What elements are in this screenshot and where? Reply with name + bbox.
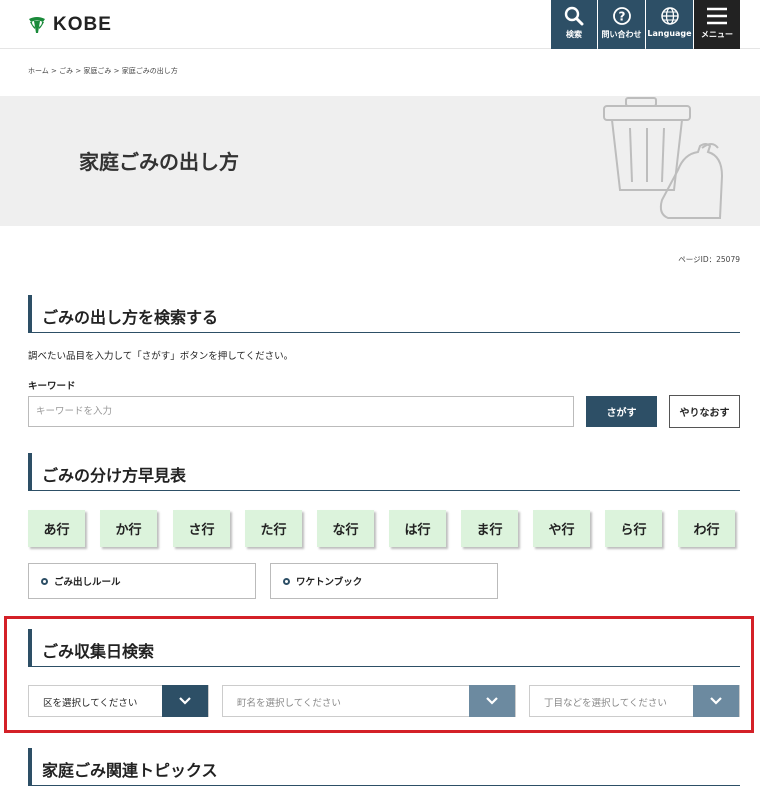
search-intro-text: 調べたい品目を入力して「さがす」ボタンを押してください。: [28, 351, 294, 362]
header-contact-label: 問い合わせ: [601, 30, 642, 39]
block-select-arrow[interactable]: [693, 685, 739, 717]
row-button-ma[interactable]: ま行: [461, 510, 518, 547]
keyword-input[interactable]: [28, 396, 574, 427]
search-section-heading: ごみの出し方を検索する: [28, 295, 740, 333]
header-search-label: 検索: [566, 30, 582, 39]
collection-section-title: ごみ収集日検索: [42, 642, 155, 661]
header-language-label: Language: [647, 29, 692, 38]
svg-text:?: ?: [618, 10, 625, 24]
site-header: KOBE 検索 ? 問い合わせ Language メニュー: [0, 0, 760, 49]
block-select-label: 丁目などを選択してください: [544, 698, 667, 709]
town-select[interactable]: 町名を選択してください: [222, 685, 516, 717]
page-title: 家庭ごみの出し方: [79, 150, 239, 174]
block-select[interactable]: 丁目などを選択してください: [529, 685, 740, 717]
row-button-ha[interactable]: は行: [389, 510, 446, 547]
search-button[interactable]: さがす: [586, 396, 657, 427]
header-contact-button[interactable]: ? 問い合わせ: [598, 0, 645, 49]
header-language-button[interactable]: Language: [646, 0, 693, 49]
search-icon: [564, 6, 584, 26]
garbage-rules-link[interactable]: ごみ出しルール: [28, 563, 256, 599]
breadcrumb[interactable]: ホーム > ごみ > 家庭ごみ > 家庭ごみの出し方: [28, 66, 178, 76]
chevron-down-icon: [710, 697, 722, 705]
header-search-button[interactable]: 検索: [551, 0, 597, 49]
ward-select-label: 区を選択してください: [43, 698, 138, 709]
bullet-circle-icon: [41, 577, 48, 585]
topics-section-title: 家庭ごみ関連トピックス: [42, 761, 218, 780]
row-button-ka[interactable]: か行: [100, 510, 157, 547]
sorting-section-title: ごみの分け方早見表: [42, 466, 187, 485]
sorting-section-heading: ごみの分け方早見表: [28, 453, 740, 491]
topics-section-heading: 家庭ごみ関連トピックス: [28, 748, 740, 786]
town-select-label: 町名を選択してください: [237, 698, 341, 709]
row-button-ta[interactable]: た行: [245, 510, 302, 547]
trash-can-illustration-icon: [603, 97, 724, 219]
row-button-sa[interactable]: さ行: [173, 510, 230, 547]
header-menu-button[interactable]: メニュー: [694, 0, 740, 49]
search-section-title: ごみの出し方を検索する: [42, 308, 219, 327]
row-button-na[interactable]: な行: [317, 510, 374, 547]
page-id: ページID：25079: [678, 255, 740, 264]
kobe-logo-icon: [29, 17, 45, 33]
keyword-label: キーワード: [28, 381, 76, 392]
row-button-ya[interactable]: や行: [533, 510, 590, 547]
chevron-down-icon: [179, 697, 191, 705]
bullet-circle-icon: [283, 577, 290, 585]
row-button-a[interactable]: あ行: [28, 510, 85, 547]
ward-select[interactable]: 区を選択してください: [28, 685, 209, 717]
ward-select-arrow[interactable]: [162, 685, 208, 717]
logo-text: KOBE: [53, 14, 112, 35]
waketon-book-label: ワケトンブック: [296, 577, 363, 588]
garbage-rules-label: ごみ出しルール: [54, 577, 121, 588]
waketon-book-link[interactable]: ワケトンブック: [270, 563, 498, 599]
page-hero: 家庭ごみの出し方: [0, 96, 760, 226]
town-select-arrow[interactable]: [469, 685, 515, 717]
row-button-wa[interactable]: わ行: [678, 510, 735, 547]
row-button-ra[interactable]: ら行: [605, 510, 662, 547]
header-menu-label: メニュー: [701, 30, 733, 39]
collection-section-heading: ごみ収集日検索: [28, 629, 740, 667]
question-icon: ?: [612, 7, 631, 25]
chevron-down-icon: [486, 697, 498, 705]
globe-icon: [660, 7, 679, 25]
kobe-logo[interactable]: KOBE: [27, 14, 112, 36]
hamburger-menu-icon: [707, 7, 727, 25]
reset-button[interactable]: やりなおす: [669, 395, 740, 428]
row-button-group: あ行 か行 さ行 た行 な行 は行 ま行 や行 ら行 わ行: [28, 510, 740, 550]
